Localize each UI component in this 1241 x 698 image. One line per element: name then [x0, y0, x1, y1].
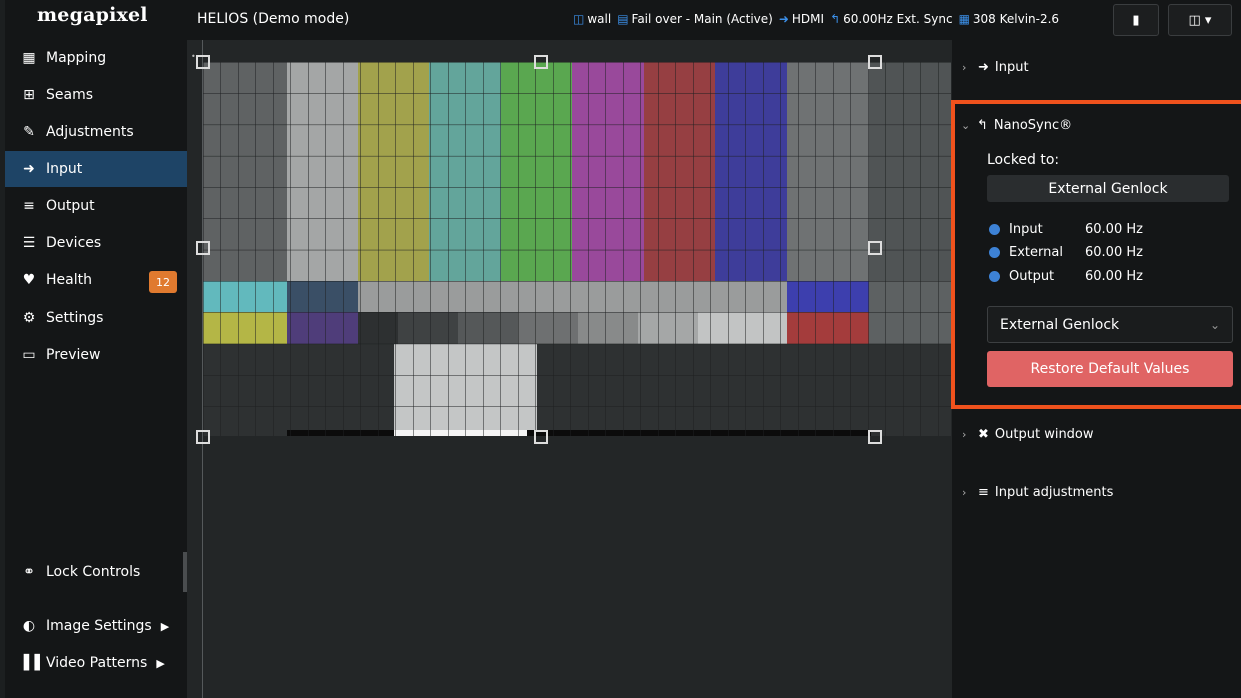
app-window: megapixel HELIOS (Demo mode) ◫ wall ▤ Fail…: [5, 0, 1241, 698]
sidebar-item-preview[interactable]: ▭ Preview: [5, 337, 187, 373]
video-patterns-button[interactable]: ▐▐ Video Patterns ▶: [5, 645, 187, 681]
pulse-icon: ↰: [977, 118, 988, 133]
sidebar-item-settings[interactable]: ⚙ Settings: [5, 300, 187, 336]
top-bar: megapixel HELIOS (Demo mode) ◫ wall ▤ Fail…: [5, 0, 1241, 40]
chevron-right-icon: ›: [962, 486, 967, 499]
list-icon: ☰: [22, 235, 36, 251]
locked-to-value: External Genlock: [987, 175, 1229, 202]
accordion-nanosync[interactable]: ⌄ ↰ NanoSync®: [961, 118, 1072, 133]
test-pattern: [203, 62, 951, 436]
plus-square-icon: ⊞: [23, 87, 35, 103]
pulse-icon: ↰: [830, 12, 841, 26]
mapping-canvas[interactable]: •: [187, 40, 952, 698]
accordion-input-adjustments[interactable]: › ≡ Input adjustments: [962, 485, 1113, 500]
status-input[interactable]: ➜ HDMI: [779, 12, 824, 26]
locked-to-label: Locked to:: [987, 152, 1060, 168]
sidebar-item-seams[interactable]: ⊞ Seams: [5, 77, 187, 113]
heartbeat-icon: ♥: [22, 272, 36, 288]
nanosync-section: ⌄ ↰ NanoSync® Locked to: External Genloc…: [951, 100, 1241, 409]
grid-icon: ▦: [22, 50, 36, 66]
sidebar-item-input[interactable]: ➜ Input: [5, 151, 187, 187]
ruler-label: •: [191, 52, 196, 61]
corner-handle-bottom-right[interactable]: [868, 430, 882, 444]
status-wall[interactable]: ◫ wall: [573, 12, 611, 26]
image-settings-button[interactable]: ◐ Image Settings ▶: [5, 608, 187, 644]
accordion-output-window[interactable]: › ✖ Output window: [962, 427, 1094, 442]
unlock-icon: ⚭: [23, 564, 35, 580]
sync-source-select[interactable]: External Genlock ⌄: [987, 306, 1233, 343]
status-bar: ◫ wall ▤ Fail over - Main (Active) ➜ HDMI ↰…: [573, 12, 1059, 26]
chat-icon: ▮: [1132, 12, 1140, 28]
chevron-right-icon: ›: [962, 61, 967, 74]
status-failover[interactable]: ▤ Fail over - Main (Active): [617, 12, 773, 26]
chevron-right-icon: ›: [962, 428, 967, 441]
sliders-icon: ≡: [23, 198, 35, 214]
barcode-icon: ▐▐: [18, 655, 40, 671]
status-sync[interactable]: ↰ 60.00Hz Ext. Sync: [830, 12, 953, 26]
sidebar-item-devices[interactable]: ☰ Devices: [5, 225, 187, 261]
input-icon: ➜: [978, 60, 989, 75]
chat-button[interactable]: ▮: [1113, 4, 1159, 36]
corner-handle-top-right[interactable]: [868, 55, 882, 69]
caret-right-icon: ▶: [160, 619, 170, 633]
sidebar-item-mapping[interactable]: ▦ Mapping: [5, 40, 187, 76]
sidebar: ▦ Mapping ⊞ Seams ✎ Adjustments ➜ Input ≡ Out…: [5, 40, 187, 698]
monitor-icon: ▭: [22, 347, 36, 363]
rate-row-external: External 60.00 Hz: [989, 245, 1143, 260]
chevron-down-icon: ⌄: [1209, 317, 1220, 332]
input-icon: ➜: [778, 12, 789, 26]
accordion-input[interactable]: › ➜ Input: [962, 60, 1029, 75]
brand-logo: megapixel: [37, 4, 148, 26]
sidebar-item-output[interactable]: ≡ Output: [5, 188, 187, 224]
status-kelvin[interactable]: ▦ 308 Kelvin-2.6: [959, 12, 1060, 26]
gears-icon: ⚙: [22, 310, 36, 326]
sidebar-item-health[interactable]: ♥ Health 12: [5, 262, 187, 298]
edge-handle-right[interactable]: [868, 241, 882, 255]
app-title: HELIOS (Demo mode): [197, 11, 350, 27]
health-count-badge: 12: [149, 271, 177, 293]
lock-controls-button[interactable]: ⚭ Lock Controls: [5, 554, 187, 590]
database-icon: ◫: [573, 12, 585, 26]
brush-icon: ✎: [23, 124, 35, 140]
rate-row-input: Input 60.00 Hz: [989, 222, 1143, 237]
contrast-icon: ◐: [22, 618, 36, 634]
rate-row-output: Output 60.00 Hz: [989, 269, 1143, 284]
storage-menu-button[interactable]: ◫ ▾: [1168, 4, 1232, 36]
caret-right-icon: ▶: [156, 656, 165, 670]
status-dot: [989, 224, 1000, 235]
server-icon: ▤: [617, 12, 629, 26]
edge-handle-bottom[interactable]: [534, 430, 548, 444]
edge-handle-left[interactable]: [196, 241, 210, 255]
corner-handle-top-left[interactable]: [196, 55, 210, 69]
corner-handle-bottom-left[interactable]: [196, 430, 210, 444]
input-icon: ➜: [23, 161, 35, 177]
restore-default-button[interactable]: Restore Default Values: [987, 351, 1233, 387]
sidebar-item-adjustments[interactable]: ✎ Adjustments: [5, 114, 187, 150]
status-dot: [989, 247, 1000, 258]
sliders-icon: ≡: [978, 485, 989, 500]
database-icon: ◫ ▾: [1188, 12, 1212, 28]
status-dot: [989, 271, 1000, 282]
grid-icon: ▦: [958, 12, 970, 26]
edge-handle-top[interactable]: [534, 55, 548, 69]
expand-icon: ✖: [978, 427, 989, 442]
chevron-down-icon: ⌄: [961, 119, 971, 132]
